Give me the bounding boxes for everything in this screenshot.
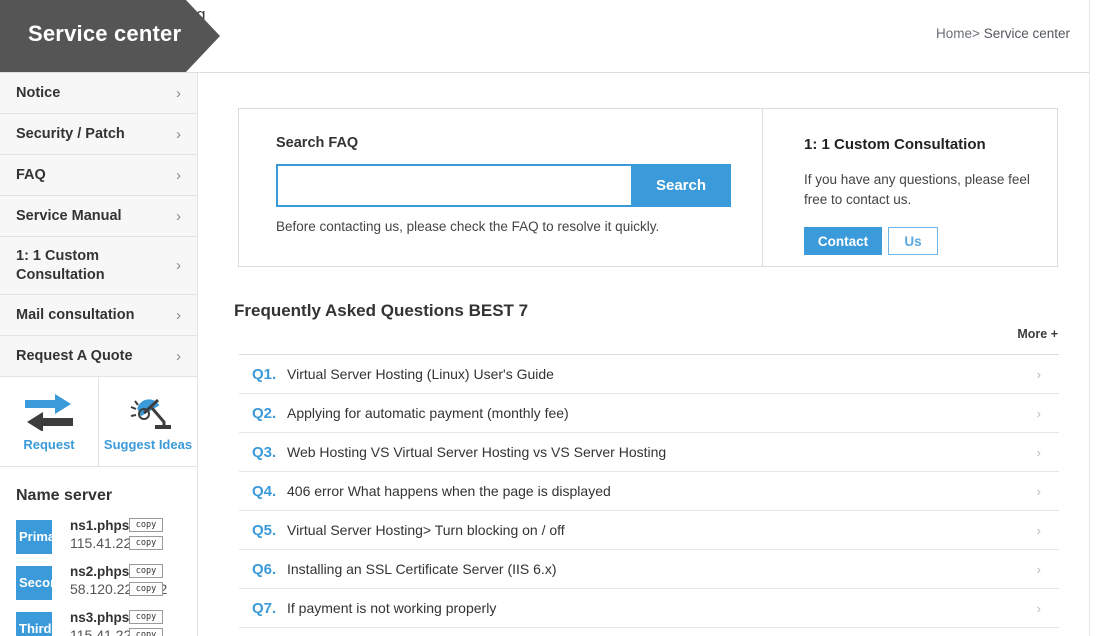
faq-item-text: Installing an SSL Certificate Server (II…: [287, 561, 557, 577]
sidebar-item-label: Notice: [16, 85, 61, 101]
nameserver-row: Primary ns1.phps.kr 115.41.222.10 copy c…: [16, 517, 197, 563]
search-input[interactable]: [276, 164, 631, 207]
faq-list: Q1. Virtual Server Hosting (Linux) User'…: [239, 354, 1059, 628]
search-button[interactable]: Search: [631, 164, 731, 207]
us-button[interactable]: Us: [888, 227, 938, 255]
nameserver-row: Third ns3.phps.kr 115.41.222.13 copy cop…: [16, 609, 197, 636]
chevron-right-icon: ›: [1036, 483, 1041, 499]
faq-item-text: If payment is not working properly: [287, 600, 497, 616]
contact-button[interactable]: Contact: [804, 227, 882, 255]
breadcrumb-current: Service center: [983, 26, 1070, 41]
page-header: Hosting Service center Home> Service cen…: [0, 0, 1090, 73]
page-root: Hosting Service center Home> Service cen…: [0, 0, 1105, 636]
chevron-right-icon: ›: [176, 257, 181, 274]
nameserver-section: Name server Primary ns1.phps.kr 115.41.2…: [0, 467, 197, 636]
faq-item-number: Q5.: [252, 521, 277, 539]
request-tile[interactable]: Request: [0, 377, 98, 466]
breadcrumb: Home> Service center: [936, 26, 1070, 41]
nameserver-row: Secondary ns2.phps.kr 58.120.225.132 cop…: [16, 563, 197, 609]
nameserver-badge: Primary: [16, 520, 67, 554]
sidebar-item-label: Security / Patch: [16, 126, 125, 142]
sidebar-shortcut-tiles: Request Suggest Ideas: [0, 377, 197, 467]
faq-item-number: Q7.: [252, 599, 277, 617]
faq-list-item[interactable]: Q6. Installing an SSL Certificate Server…: [239, 550, 1059, 589]
sidebar-item-label: Mail consultation: [16, 307, 135, 323]
sidebar-item-service-manual[interactable]: Service Manual ›: [0, 196, 197, 237]
search-row: Search: [276, 164, 731, 207]
faq-section-title: Frequently Asked Questions BEST 7: [234, 301, 529, 320]
faq-list-item[interactable]: Q7. If payment is not working properly ›: [239, 589, 1059, 628]
page-title: Service center: [28, 21, 182, 46]
chevron-right-icon: ›: [176, 207, 181, 225]
faq-list-item[interactable]: Q5. Virtual Server Hosting> Turn blockin…: [239, 511, 1059, 550]
copy-host-button[interactable]: copy: [129, 564, 163, 578]
chevron-right-icon: ›: [176, 125, 181, 143]
chevron-right-icon: ›: [1036, 444, 1041, 460]
faq-item-number: Q2.: [252, 404, 277, 422]
desk-lamp-icon: [122, 391, 174, 433]
top-panels: Search FAQ Search Before contacting us, …: [238, 108, 1058, 267]
sidebar-item-faq[interactable]: FAQ ›: [0, 155, 197, 196]
sidebar-item-custom-consultation[interactable]: 1: 1 Custom Consultation ›: [0, 237, 197, 295]
sidebar-item-label: Service Manual: [16, 208, 122, 224]
copy-host-button[interactable]: copy: [129, 610, 163, 624]
sidebar-item-label: 1: 1 Custom Consultation: [16, 247, 105, 283]
consultation-buttons: Contact Us: [804, 227, 1057, 255]
chevron-right-icon: ›: [1036, 405, 1041, 421]
copy-ip-button[interactable]: copy: [129, 536, 163, 550]
chevron-right-icon: ›: [1036, 366, 1041, 382]
search-faq-label: Search FAQ: [276, 135, 359, 151]
consultation-description: If you have any questions, please feel f…: [804, 172, 1030, 207]
faq-more-link[interactable]: More +: [1017, 327, 1058, 341]
faq-item-number: Q6.: [252, 560, 277, 578]
chevron-right-icon: ›: [176, 306, 181, 324]
chevron-right-icon: ›: [1036, 561, 1041, 577]
request-tile-label: Request: [23, 437, 75, 452]
faq-list-item[interactable]: Q4. 406 error What happens when the page…: [239, 472, 1059, 511]
chevron-right-icon: ›: [176, 166, 181, 184]
faq-item-number: Q3.: [252, 443, 277, 461]
faq-item-text: Virtual Server Hosting> Turn blocking on…: [287, 522, 565, 538]
search-faq-panel: Search FAQ Search Before contacting us, …: [239, 109, 763, 266]
two-arrows-icon: [23, 391, 75, 433]
faq-item-text: 406 error What happens when the page is …: [287, 483, 611, 499]
nameserver-badge: Third: [16, 612, 52, 636]
faq-list-item[interactable]: Q1. Virtual Server Hosting (Linux) User'…: [239, 355, 1059, 394]
suggest-ideas-tile-label: Suggest Ideas: [103, 437, 193, 452]
page-right-edge-divider: [1089, 0, 1090, 636]
breadcrumb-home[interactable]: Home>: [936, 26, 980, 41]
nameserver-badge: Secondary: [16, 566, 85, 600]
sidebar-item-security-patch[interactable]: Security / Patch ›: [0, 114, 197, 155]
chevron-right-icon: ›: [176, 84, 181, 102]
faq-list-item[interactable]: Q3. Web Hosting VS Virtual Server Hostin…: [239, 433, 1059, 472]
sidebar-item-label: FAQ: [16, 167, 46, 183]
consultation-title: 1: 1 Custom Consultation: [804, 136, 986, 153]
nameserver-title: Name server: [16, 487, 113, 504]
faq-header: Frequently Asked Questions BEST 7 More +: [234, 301, 1058, 341]
faq-item-number: Q4.: [252, 482, 277, 500]
faq-item-text: Virtual Server Hosting (Linux) User's Gu…: [287, 366, 554, 382]
sidebar: Notice › Security / Patch › FAQ › Servic…: [0, 73, 198, 636]
suggest-ideas-tile[interactable]: Suggest Ideas: [98, 377, 197, 466]
sidebar-item-notice[interactable]: Notice ›: [0, 73, 197, 114]
search-hint-text: Before contacting us, please check the F…: [276, 219, 660, 234]
chevron-right-icon: ›: [1036, 600, 1041, 616]
copy-ip-button[interactable]: copy: [129, 582, 163, 596]
chevron-right-icon: ›: [176, 347, 181, 365]
sidebar-item-request-a-quote[interactable]: Request A Quote ›: [0, 336, 197, 377]
faq-item-text: Web Hosting VS Virtual Server Hosting vs…: [287, 444, 667, 460]
faq-list-item[interactable]: Q2. Applying for automatic payment (mont…: [239, 394, 1059, 433]
faq-item-number: Q1.: [252, 365, 277, 383]
consultation-panel: 1: 1 Custom Consultation If you have any…: [763, 109, 1057, 266]
copy-host-button[interactable]: copy: [129, 518, 163, 532]
faq-item-text: Applying for automatic payment (monthly …: [287, 405, 569, 421]
chevron-right-icon: ›: [1036, 522, 1041, 538]
sidebar-item-mail-consultation[interactable]: Mail consultation ›: [0, 295, 197, 336]
sidebar-item-label: Request A Quote: [16, 348, 133, 364]
copy-ip-button[interactable]: copy: [129, 628, 163, 636]
